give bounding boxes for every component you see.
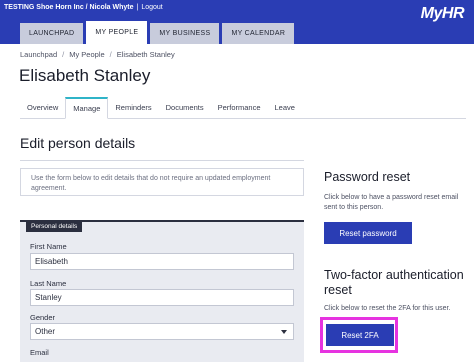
breadcrumb-launchpad[interactable]: Launchpad bbox=[20, 50, 57, 59]
chevron-down-icon bbox=[281, 330, 287, 334]
edit-section-title: Edit person details bbox=[20, 135, 136, 151]
first-name-label: First Name bbox=[30, 242, 67, 251]
account-info: TESTING Shoe Horn Inc / Nicola Whyte | Log… bbox=[4, 4, 163, 11]
two-factor-title: Two-factor authentication reset bbox=[324, 268, 464, 297]
logout-link[interactable]: Logout bbox=[141, 4, 162, 11]
gender-label: Gender bbox=[30, 313, 56, 322]
main-nav: LAUNCHPAD MY PEOPLE MY BUSINESS MY CALEN… bbox=[20, 21, 295, 44]
section-divider bbox=[20, 160, 304, 161]
page-title: Elisabeth Stanley bbox=[19, 66, 151, 85]
tab-manage[interactable]: Manage bbox=[65, 97, 109, 119]
gender-selected-value: Other bbox=[35, 327, 56, 336]
two-factor-text: Click below to reset the 2FA for this us… bbox=[324, 305, 451, 312]
email-label: Email bbox=[30, 348, 49, 357]
gender-select[interactable]: Other bbox=[30, 323, 294, 340]
breadcrumb-current: Elisabeth Stanley bbox=[116, 50, 175, 59]
password-reset-text: Click below to have a password reset ema… bbox=[324, 194, 459, 211]
person-subtabs: Overview Manage Reminders Documents Perf… bbox=[20, 97, 466, 119]
tab-performance[interactable]: Performance bbox=[211, 97, 268, 118]
nav-tab-my-business[interactable]: MY BUSINESS bbox=[150, 23, 220, 44]
tab-documents[interactable]: Documents bbox=[159, 97, 211, 118]
personal-details-form: Personal details First Name Elisabeth La… bbox=[20, 220, 304, 362]
password-reset-title: Password reset bbox=[324, 170, 411, 184]
highlight-box bbox=[320, 317, 398, 353]
nav-tab-launchpad[interactable]: LAUNCHPAD bbox=[20, 23, 84, 44]
breadcrumb-my-people[interactable]: My People bbox=[69, 50, 104, 59]
tab-reminders[interactable]: Reminders bbox=[108, 97, 158, 118]
last-name-input[interactable]: Stanley bbox=[30, 289, 294, 306]
logo-text: MyHR bbox=[420, 5, 465, 22]
top-header: TESTING Shoe Horn Inc / Nicola Whyte | Log… bbox=[0, 0, 474, 44]
first-name-input[interactable]: Elisabeth bbox=[30, 253, 294, 270]
nav-tab-my-people[interactable]: MY PEOPLE bbox=[86, 21, 148, 44]
nav-tab-my-calendar[interactable]: MY CALENDAR bbox=[222, 23, 295, 44]
org-user-label: TESTING Shoe Horn Inc / Nicola Whyte bbox=[4, 4, 134, 11]
form-legend: Personal details bbox=[26, 220, 83, 232]
myhr-logo[interactable]: MyHR bbox=[420, 5, 465, 22]
edit-info-box: Use the form below to edit details that … bbox=[20, 168, 304, 196]
tab-overview[interactable]: Overview bbox=[20, 97, 65, 118]
last-name-label: Last Name bbox=[30, 279, 67, 288]
tab-leave[interactable]: Leave bbox=[268, 97, 302, 118]
breadcrumb: Launchpad / My People / Elisabeth Stanley bbox=[20, 50, 175, 59]
reset-password-button[interactable]: Reset password bbox=[324, 222, 412, 244]
